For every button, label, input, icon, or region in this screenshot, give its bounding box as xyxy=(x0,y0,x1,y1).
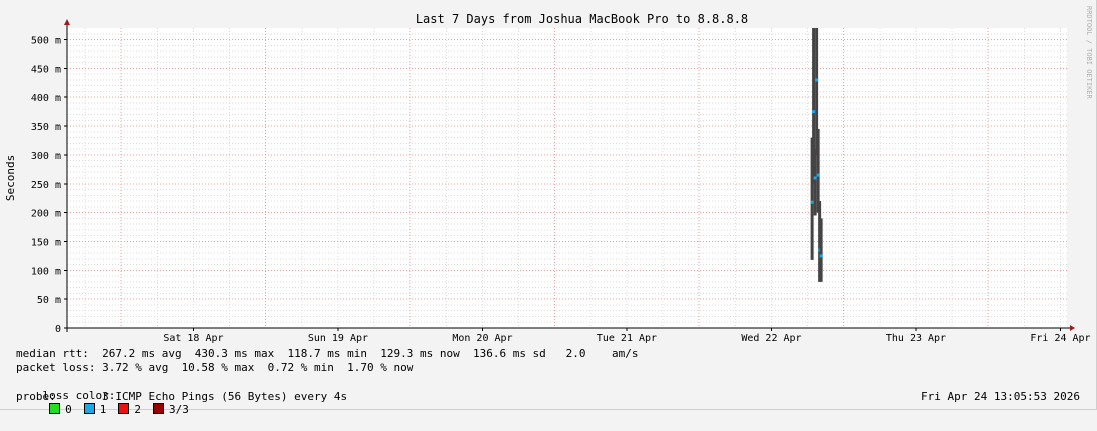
y-tick-label: 100 m xyxy=(31,266,61,277)
latency-chart: 0 50 m 100 m 150 m 200 m 250 m 300 m 350 m 400 m… xyxy=(4,6,1093,344)
y-tick-label: 250 m xyxy=(31,180,61,191)
y-tick-label: 350 m xyxy=(31,122,61,133)
y-tick-label: 150 m xyxy=(31,237,61,248)
loss-color-swatch xyxy=(83,403,95,414)
loss-color-swatch xyxy=(118,403,130,414)
y-tick-label: 400 m xyxy=(31,93,61,104)
timestamp: Fri Apr 24 13:05:53 2026 xyxy=(921,390,1080,403)
x-tick-label: Thu 23 Apr xyxy=(886,333,946,344)
x-axis-arrow xyxy=(1070,325,1075,331)
median-rtt-point xyxy=(819,254,823,258)
median-rtt-point xyxy=(813,176,817,180)
rtt-range-bar xyxy=(813,149,817,216)
rtt-range-bar xyxy=(819,218,823,282)
rrdtool-watermark: RRDTOOL / TOBI OETIKER xyxy=(1085,6,1093,100)
x-tick-label: Sun 19 Apr xyxy=(308,333,368,344)
median-rtt-point xyxy=(810,200,814,204)
y-tick-label: 300 m xyxy=(31,151,61,162)
x-tick-label: Fri 24 Apr xyxy=(1030,333,1090,344)
y-tick-label: 0 xyxy=(55,324,61,335)
graph-frame: 0 50 m 100 m 150 m 200 m 250 m 300 m 350 m 400 m… xyxy=(0,0,1097,416)
y-tick-label: 450 m xyxy=(31,64,61,75)
x-tick-label: Sat 18 Apr xyxy=(163,333,223,344)
x-tick-label: Wed 22 Apr xyxy=(741,333,801,344)
median-rtt-point xyxy=(815,78,819,82)
y-tick-label: 500 m xyxy=(31,36,61,47)
y-axis-label: Seconds xyxy=(4,155,17,201)
y-tick-label: 50 m xyxy=(37,295,61,306)
loss-color-swatch xyxy=(153,403,164,414)
median-rtt-stats: median rtt: 267.2 ms avg 430.3 ms max 11… xyxy=(16,347,639,360)
chart-title: Last 7 Days from Joshua MacBook Pro to 8… xyxy=(416,12,748,26)
x-tick-label: Tue 21 Apr xyxy=(597,333,657,344)
median-rtt-point xyxy=(812,110,816,114)
y-axis-arrow xyxy=(64,19,70,25)
probe-info: probe: 3 ICMP Echo Pings (56 Bytes) ever… xyxy=(16,390,348,403)
rtt-range-bar xyxy=(816,128,820,213)
loss-color-swatch xyxy=(49,403,61,414)
median-rtt-point xyxy=(816,173,820,177)
packet-loss-stats: packet loss: 3.72 % avg 10.58 % max 0.72… xyxy=(16,361,414,374)
y-tick-label: 200 m xyxy=(31,209,61,220)
x-tick-label: Mon 20 Apr xyxy=(452,333,512,344)
